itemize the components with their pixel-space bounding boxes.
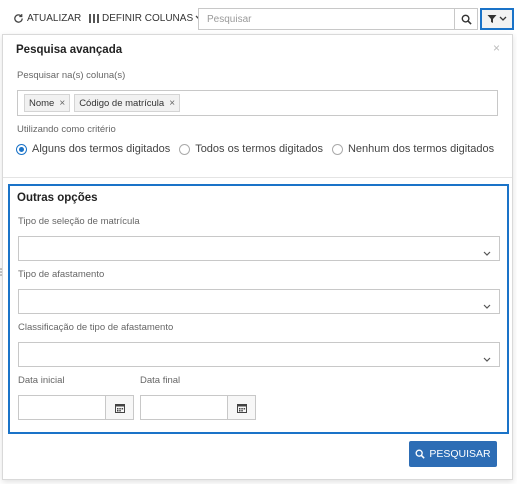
refresh-icon (13, 13, 24, 24)
search-icon (415, 449, 426, 459)
end-date-label: Data final (140, 375, 181, 386)
leave-class-select[interactable] (18, 342, 500, 367)
search-field[interactable] (198, 8, 454, 30)
columns-multiselect[interactable]: Nome × Código de matrícula × (17, 90, 498, 116)
criteria-radio-none[interactable]: Nenhum dos termos digitados (331, 143, 495, 155)
chevron-down-icon (483, 244, 491, 262)
end-date-input[interactable] (141, 396, 227, 419)
define-columns-button[interactable]: DEFINIR COLUNAS (89, 8, 203, 28)
start-date-field (18, 395, 134, 420)
start-date-input[interactable] (19, 396, 105, 419)
end-date-field (140, 395, 256, 420)
criteria-radio-some[interactable]: Alguns dos termos digitados (16, 143, 170, 155)
panel-title: Pesquisa avançada (16, 44, 123, 56)
end-date-picker-button[interactable] (227, 396, 255, 419)
remove-tag-icon[interactable]: × (59, 98, 65, 109)
refresh-button[interactable]: ATUALIZAR (13, 8, 81, 28)
criteria-label: Utilizando como critério (17, 124, 116, 135)
enrollment-type-label: Tipo de seleção de matrícula (18, 216, 140, 227)
enrollment-type-select[interactable] (18, 236, 500, 261)
chevron-down-icon (499, 16, 507, 22)
column-tag-label: Código de matrícula (79, 97, 165, 109)
leave-type-label: Tipo de afastamento (18, 269, 105, 280)
search-submit-button[interactable]: PESQUISAR (409, 441, 497, 467)
criteria-radio-all[interactable]: Todos os termos digitados (179, 143, 323, 155)
criteria-radio-label: Nenhum dos termos digitados (347, 143, 495, 155)
calendar-icon (236, 403, 247, 413)
refresh-label: ATUALIZAR (27, 12, 82, 24)
search-submit-label: PESQUISAR (429, 448, 491, 460)
filter-icon (487, 14, 497, 24)
columns-icon (89, 13, 99, 23)
search-icon (461, 14, 472, 25)
start-date-label: Data inicial (18, 375, 65, 386)
other-options-section: Outras opções Tipo de seleção de matrícu… (8, 184, 509, 434)
radio-circle (331, 143, 343, 155)
criteria-radio-label: Alguns dos termos digitados (32, 143, 171, 155)
criteria-radio-label: Todos os termos digitados (195, 143, 323, 155)
close-icon[interactable]: × (493, 42, 500, 54)
toolbar: ATUALIZAR DEFINIR COLUNAS (0, 0, 517, 34)
calendar-icon (114, 403, 125, 413)
start-date-picker-button[interactable] (105, 396, 133, 419)
divider (3, 177, 512, 178)
search-input[interactable] (207, 13, 446, 25)
radio-circle (16, 143, 27, 155)
column-tag: Nome × (24, 94, 71, 112)
search-button[interactable] (454, 8, 478, 30)
leave-type-select[interactable] (18, 289, 500, 314)
section-title: Outras opções (17, 192, 98, 204)
column-tag: Código de matrícula × (74, 94, 181, 112)
filter-toggle-button[interactable] (480, 8, 514, 30)
define-columns-label: DEFINIR COLUNAS (102, 12, 194, 24)
leave-class-label: Classificação de tipo de afastamento (18, 322, 174, 333)
criteria-radio-group: Alguns dos termos digitados Todos os ter… (16, 143, 503, 155)
chevron-down-icon (483, 350, 491, 368)
remove-tag-icon[interactable]: × (169, 98, 175, 109)
column-tag-label: Nome (29, 97, 55, 109)
columns-label: Pesquisar na(s) coluna(s) (17, 70, 126, 81)
advanced-search-panel: Pesquisa avançada × Pesquisar na(s) colu… (2, 34, 513, 480)
radio-circle (179, 143, 191, 155)
chevron-down-icon (483, 297, 491, 315)
